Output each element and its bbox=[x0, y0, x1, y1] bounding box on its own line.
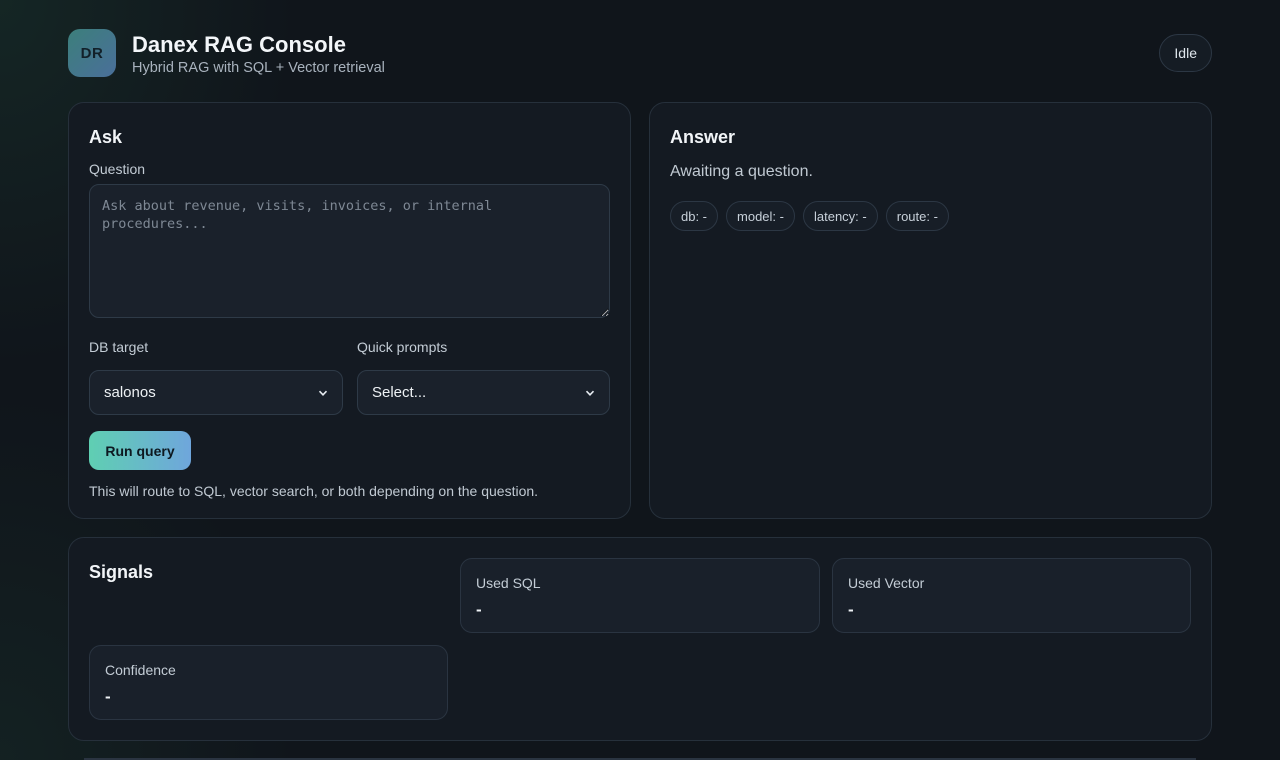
answer-card: Answer Awaiting a question. db: - model:… bbox=[649, 102, 1212, 519]
model-chip: model: - bbox=[726, 201, 795, 231]
status-badge: Idle bbox=[1159, 34, 1212, 72]
signals-card: Signals Used SQL - Used Vector - Confide… bbox=[68, 537, 1212, 741]
db-target-select[interactable]: salonos bbox=[89, 370, 343, 415]
used-vector-label: Used Vector bbox=[848, 575, 925, 591]
used-vector-stat: Used Vector - bbox=[832, 558, 1191, 633]
header: DR Danex RAG Console Hybrid RAG with SQL… bbox=[68, 29, 1212, 77]
db-chip: db: - bbox=[670, 201, 719, 231]
run-query-button[interactable]: Run query bbox=[89, 431, 191, 470]
confidence-value: - bbox=[105, 687, 111, 706]
logo-avatar: DR bbox=[68, 29, 116, 77]
confidence-stat: Confidence - bbox=[89, 645, 448, 720]
quick-prompts-label: Quick prompts bbox=[357, 339, 448, 355]
routing-hint: This will route to SQL, vector search, o… bbox=[89, 483, 539, 499]
used-vector-value: - bbox=[848, 600, 854, 619]
question-label: Question bbox=[89, 161, 146, 177]
db-target-value: salonos bbox=[104, 384, 156, 401]
used-sql-stat: Used SQL - bbox=[460, 558, 820, 633]
chevron-down-icon bbox=[318, 390, 328, 396]
signals-title: Signals bbox=[89, 562, 154, 582]
answer-title: Answer bbox=[670, 127, 736, 147]
used-sql-label: Used SQL bbox=[476, 575, 541, 591]
quick-prompts-select[interactable]: Select... bbox=[357, 370, 610, 415]
answer-meta-chips: db: - model: - latency: - route: - bbox=[670, 201, 949, 231]
ask-title: Ask bbox=[89, 127, 123, 147]
used-sql-value: - bbox=[476, 600, 482, 619]
chevron-down-icon bbox=[585, 390, 595, 396]
question-input[interactable] bbox=[89, 184, 610, 318]
route-chip: route: - bbox=[885, 201, 949, 231]
ask-card: Ask Question DB target salonos Quick pro… bbox=[68, 102, 631, 519]
db-target-label: DB target bbox=[89, 339, 149, 355]
app-subtitle: Hybrid RAG with SQL + Vector retrieval bbox=[132, 60, 385, 76]
latency-chip: latency: - bbox=[802, 201, 878, 231]
app-title: Danex RAG Console bbox=[132, 32, 346, 57]
answer-text: Awaiting a question. bbox=[670, 163, 813, 180]
confidence-label: Confidence bbox=[105, 662, 176, 678]
quick-prompts-value: Select... bbox=[372, 384, 427, 401]
